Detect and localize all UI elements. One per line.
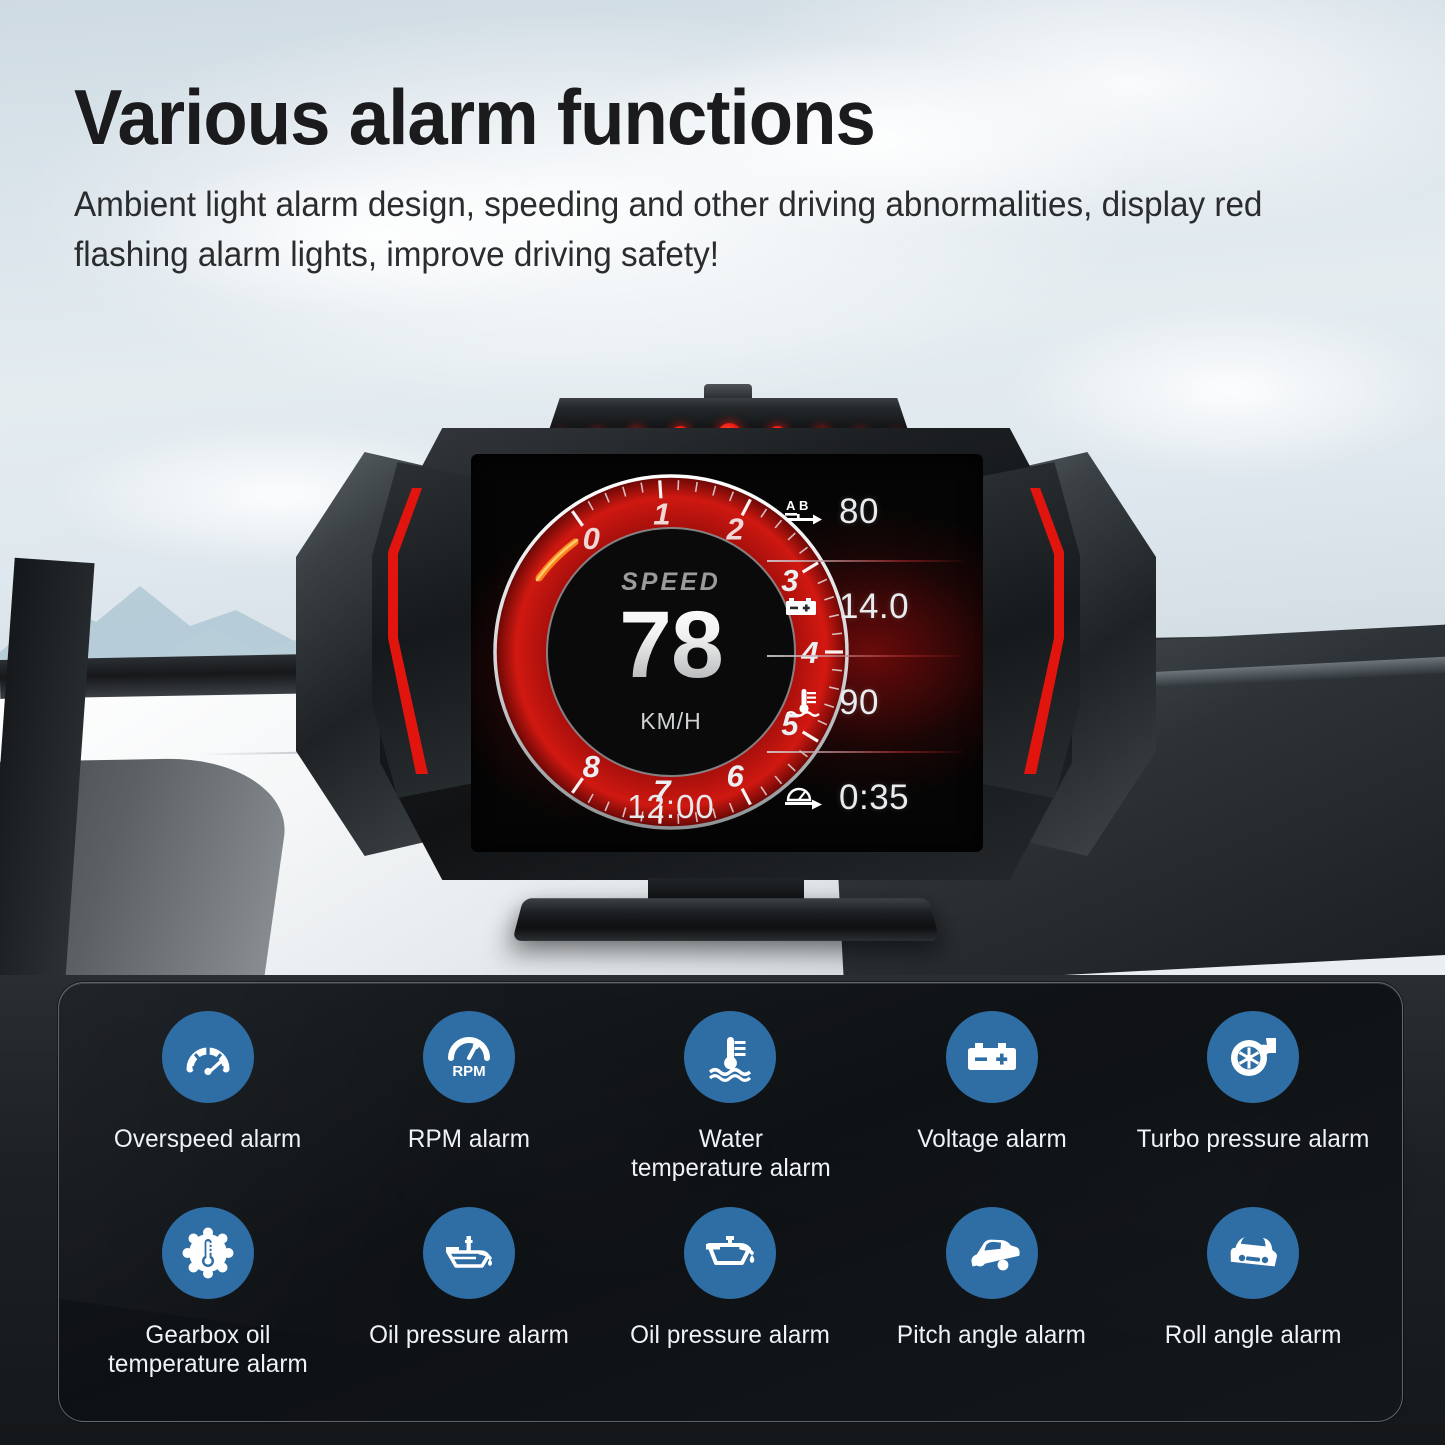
alarm-feature-label: Roll angle alarm: [1164, 1321, 1342, 1349]
tach-number: 2: [726, 512, 744, 547]
oil-can-icon: [684, 1207, 777, 1299]
readout-water-temperature: 90: [767, 655, 979, 751]
mount-base: [512, 898, 940, 941]
header-block: Various alarm functions Ambient light al…: [74, 78, 1374, 279]
svg-text:RPM: RPM: [452, 1063, 485, 1080]
voltage-value: 14.0: [839, 587, 910, 627]
trip-ab-icon: A B: [781, 496, 827, 528]
trip-distance-value: 80: [839, 491, 879, 531]
drive-time-icon: [781, 782, 827, 814]
readout-drive-time: 0:35: [767, 750, 979, 847]
alarm-feature-item[interactable]: Overspeed alarm: [77, 1011, 338, 1207]
alarm-feature-item[interactable]: RPM RPM alarm: [338, 1011, 599, 1207]
car-roll-icon: [1207, 1207, 1300, 1299]
alarm-feature-label: Overspeed alarm: [113, 1125, 302, 1153]
alarm-feature-label: RPM alarm: [408, 1125, 531, 1153]
tach-number: 8: [583, 749, 601, 784]
readout-trip-distance: A B 80: [767, 464, 979, 560]
readout-voltage: 14.0: [767, 559, 979, 656]
turbocharger-icon: [1207, 1011, 1300, 1103]
svg-text:B: B: [799, 498, 808, 513]
svg-text:A: A: [786, 498, 796, 513]
alarm-feature-item[interactable]: Oil pressure alarm: [338, 1207, 599, 1403]
alarm-feature-label: Turbo pressure alarm: [1136, 1125, 1370, 1153]
speedometer-icon: [161, 1011, 254, 1103]
tach-number: 0: [583, 521, 600, 556]
alarm-feature-label: Voltage alarm: [917, 1125, 1067, 1153]
tach-number: 1: [653, 496, 670, 531]
car-pitch-icon: [945, 1207, 1038, 1299]
rpm-gauge-icon: RPM: [423, 1011, 516, 1103]
alarm-feature-label: Gearbox oil temperature alarm: [107, 1321, 308, 1378]
red-accent-stripe-right: [1018, 488, 1064, 774]
drive-time-value: 0:35: [839, 778, 910, 818]
readout-column: A B 80 14.0 90 0:35: [767, 464, 979, 846]
page-subtitle: Ambient light alarm design, speeding and…: [74, 185, 1263, 274]
battery-icon: [781, 591, 827, 623]
hud-screen: 012345678 SPEED 78 KM/H 12:00 A B: [471, 454, 983, 852]
alarm-feature-item[interactable]: Voltage alarm: [861, 1011, 1122, 1207]
alarm-icon-grid: Overspeed alarm RPM RPM alarm Water temperat…: [59, 983, 1402, 1421]
gearbox-oil-temp-icon: [161, 1207, 254, 1299]
water-temp-icon: [781, 687, 827, 719]
alarm-feature-item[interactable]: Pitch angle alarm: [861, 1207, 1122, 1403]
page-title: Various alarm functions: [74, 73, 876, 161]
alarm-feature-item[interactable]: Oil pressure alarm: [600, 1207, 861, 1403]
alarm-features-panel: Overspeed alarm RPM RPM alarm Water temperat…: [58, 982, 1403, 1422]
alarm-feature-item[interactable]: Water temperature alarm: [600, 1011, 861, 1207]
water-temperature-icon: [684, 1011, 777, 1103]
red-accent-stripe-left: [388, 488, 434, 774]
alarm-feature-label: Oil pressure alarm: [630, 1321, 831, 1349]
hud-device: 012345678 SPEED 78 KM/H 12:00 A B: [296, 378, 1156, 948]
alarm-feature-item[interactable]: Turbo pressure alarm: [1123, 1011, 1384, 1207]
alarm-feature-item[interactable]: Roll angle alarm: [1123, 1207, 1384, 1403]
battery-icon: [945, 1011, 1038, 1103]
alarm-feature-label: Pitch angle alarm: [897, 1321, 1087, 1349]
water-temp-value: 90: [839, 682, 879, 722]
oil-level-can-icon: [423, 1207, 516, 1299]
alarm-feature-label: Oil pressure alarm: [369, 1321, 570, 1349]
alarm-feature-item[interactable]: Gearbox oil temperature alarm: [77, 1207, 338, 1403]
alarm-feature-label: Water temperature alarm: [630, 1125, 831, 1182]
device-bezel: 012345678 SPEED 78 KM/H 12:00 A B: [296, 428, 1156, 888]
